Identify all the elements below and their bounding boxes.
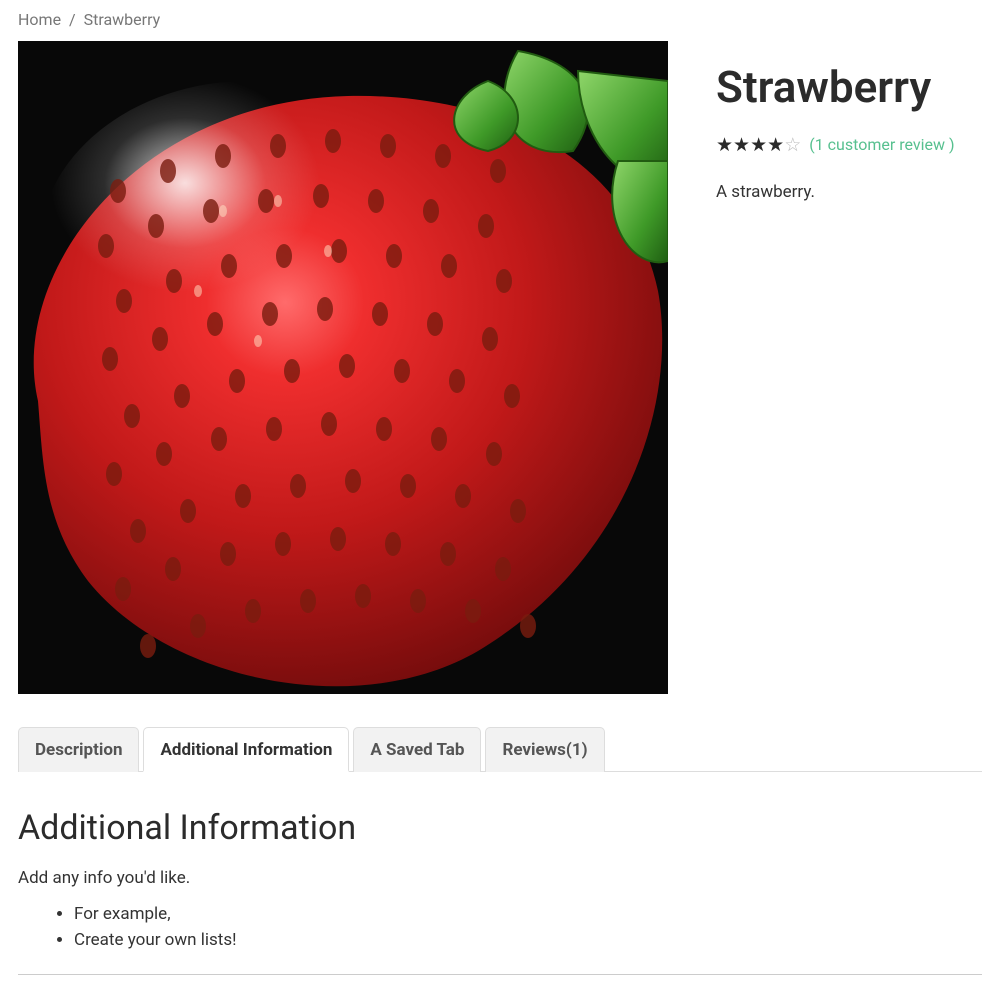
tabs-list: Description Additional Information A Sav… <box>18 726 982 772</box>
star-icon: ★ <box>733 135 750 154</box>
list-item: Create your own lists! <box>74 930 982 950</box>
rating-row: ★ ★ ★ ★ ☆ (1 customer review ) <box>716 135 982 154</box>
star-icon: ★ <box>750 135 767 154</box>
customer-review-link[interactable]: (1 customer review ) <box>809 135 954 154</box>
star-icon: ★ <box>716 135 733 154</box>
strawberry-image <box>18 41 668 694</box>
tab-saved[interactable]: A Saved Tab <box>353 727 481 772</box>
tab-content-list: For example, Create your own lists! <box>18 904 982 950</box>
star-icon: ★ <box>767 135 784 154</box>
tabs-container: Description Additional Information A Sav… <box>18 726 982 968</box>
product-page: Home / Strawberry <box>0 0 1000 975</box>
tab-panel-additional-information: Additional Information Add any info you'… <box>18 772 982 968</box>
product-main-row: Strawberry ★ ★ ★ ★ ☆ (1 customer review … <box>18 41 982 694</box>
tab-reviews[interactable]: Reviews(1) <box>485 727 604 772</box>
tab-content-paragraph: Add any info you'd like. <box>18 868 982 888</box>
divider <box>18 974 982 975</box>
star-outline-icon: ☆ <box>784 135 801 154</box>
tab-description[interactable]: Description <box>18 727 139 772</box>
product-title: Strawberry <box>716 61 982 113</box>
breadcrumb: Home / Strawberry <box>18 10 982 29</box>
breadcrumb-home-link[interactable]: Home <box>18 10 61 29</box>
breadcrumb-current: Strawberry <box>84 10 161 29</box>
product-short-description: A strawberry. <box>716 182 982 202</box>
star-rating: ★ ★ ★ ★ ☆ <box>716 135 801 154</box>
list-item: For example, <box>74 904 982 924</box>
product-summary: Strawberry ★ ★ ★ ★ ☆ (1 customer review … <box>716 41 982 202</box>
tab-additional-information[interactable]: Additional Information <box>143 727 349 772</box>
tab-content-heading: Additional Information <box>18 808 982 848</box>
product-image[interactable] <box>18 41 668 694</box>
breadcrumb-separator: / <box>69 10 76 29</box>
